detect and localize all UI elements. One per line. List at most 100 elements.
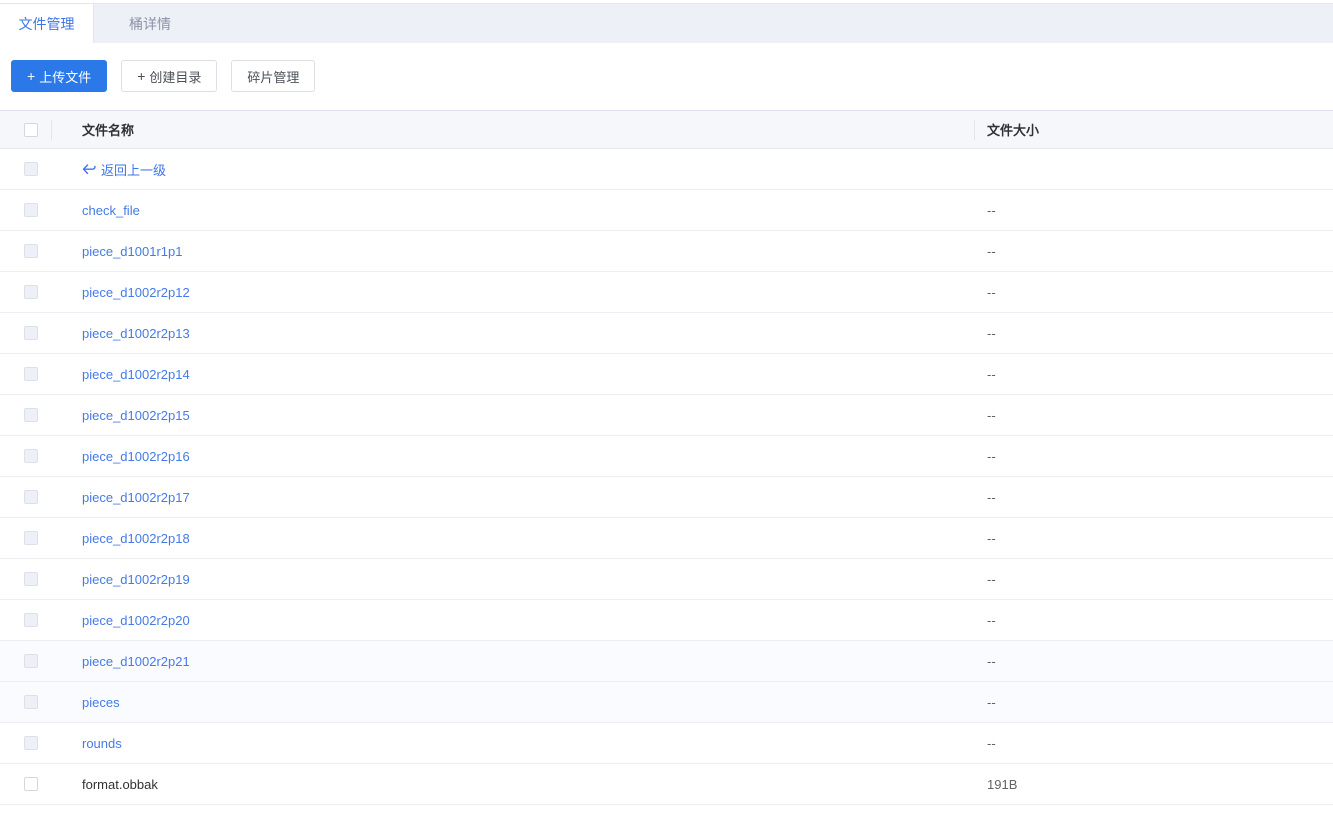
- create-directory-button[interactable]: + 创建目录: [121, 60, 218, 92]
- table-row: piece_d1002r2p18 --: [0, 518, 1333, 559]
- file-table: 文件名称 文件大小 返回上一级 check_file -- piece_d100…: [0, 110, 1333, 805]
- header-checkbox-cell: [0, 122, 51, 137]
- file-size-value: --: [987, 571, 996, 587]
- file-size-value: --: [987, 407, 996, 423]
- tab-bucket-details-label: 桶详情: [129, 15, 171, 32]
- tab-file-management-label: 文件管理: [18, 15, 75, 32]
- table-row: piece_d1002r2p20 --: [0, 600, 1333, 641]
- table-row: check_file --: [0, 190, 1333, 231]
- folder-link[interactable]: piece_d1002r2p14: [82, 367, 190, 382]
- upload-file-button[interactable]: + 上传文件: [11, 60, 108, 92]
- folder-link[interactable]: check_file: [82, 203, 140, 218]
- file-size-cell: --: [975, 531, 1333, 546]
- file-size-cell: --: [975, 367, 1333, 382]
- file-size-cell: --: [975, 285, 1333, 300]
- row-checkbox: [24, 695, 38, 709]
- table-body: check_file -- piece_d1001r1p1 -- piece_d…: [0, 190, 1333, 805]
- file-size-cell: --: [975, 736, 1333, 751]
- file-size-cell: --: [975, 203, 1333, 218]
- table-row: piece_d1002r2p19 --: [0, 559, 1333, 600]
- tab-bar: 文件管理 桶详情: [0, 3, 1333, 43]
- row-checkbox-cell: [0, 736, 51, 750]
- table-row: piece_d1002r2p13 --: [0, 313, 1333, 354]
- row-checkbox: [24, 326, 38, 340]
- row-checkbox: [24, 490, 38, 504]
- folder-link[interactable]: piece_d1002r2p16: [82, 449, 190, 464]
- file-size-cell: 191B: [975, 777, 1333, 792]
- row-checkbox: [24, 244, 38, 258]
- folder-link[interactable]: piece_d1002r2p21: [82, 654, 190, 669]
- row-checkbox-cell: [0, 490, 51, 504]
- row-checkbox: [24, 203, 38, 217]
- file-size-cell: --: [975, 613, 1333, 628]
- file-size-cell: --: [975, 326, 1333, 341]
- fragment-management-button[interactable]: 碎片管理: [231, 60, 316, 92]
- folder-link[interactable]: piece_d1002r2p13: [82, 326, 190, 341]
- row-checkbox: [24, 285, 38, 299]
- back-to-parent-link[interactable]: 返回上一级: [82, 160, 166, 179]
- table-row: piece_d1002r2p17 --: [0, 477, 1333, 518]
- table-row: piece_d1002r2p12 --: [0, 272, 1333, 313]
- row-checkbox-cell: [0, 285, 51, 299]
- folder-link[interactable]: piece_d1002r2p12: [82, 285, 190, 300]
- folder-link[interactable]: piece_d1002r2p15: [82, 408, 190, 423]
- select-all-checkbox[interactable]: [24, 122, 38, 137]
- row-checkbox: [24, 162, 38, 176]
- folder-link[interactable]: rounds: [82, 736, 122, 751]
- file-size-value: --: [987, 653, 996, 669]
- file-size-value: --: [987, 202, 996, 218]
- folder-link[interactable]: piece_d1001r1p1: [82, 244, 182, 259]
- folder-link[interactable]: piece_d1002r2p19: [82, 572, 190, 587]
- tab-bucket-details[interactable]: 桶详情: [94, 4, 206, 43]
- table-row: piece_d1001r1p1 --: [0, 231, 1333, 272]
- file-size-value: --: [987, 530, 996, 546]
- file-size-cell: --: [975, 572, 1333, 587]
- file-size-cell: --: [975, 490, 1333, 505]
- create-directory-button-label: 创建目录: [149, 69, 202, 85]
- fragment-management-button-label: 碎片管理: [247, 69, 300, 85]
- file-size-value: --: [987, 489, 996, 505]
- row-checkbox-cell: [0, 613, 51, 627]
- file-size-column-label: 文件大小: [987, 123, 1040, 138]
- row-checkbox-cell: [0, 408, 51, 422]
- folder-link[interactable]: pieces: [82, 695, 120, 710]
- row-checkbox-cell: [0, 449, 51, 463]
- file-size-cell: --: [975, 654, 1333, 669]
- header-file-size: 文件大小: [975, 120, 1333, 139]
- row-checkbox: [24, 572, 38, 586]
- table-row: rounds --: [0, 723, 1333, 764]
- folder-link[interactable]: piece_d1002r2p20: [82, 613, 190, 628]
- row-checkbox: [24, 367, 38, 381]
- file-name: format.obbak: [82, 776, 158, 792]
- file-size-value: --: [987, 325, 996, 341]
- file-size-value: --: [987, 612, 996, 628]
- back-to-parent-row: 返回上一级: [0, 149, 1333, 190]
- row-checkbox[interactable]: [24, 777, 38, 791]
- row-checkbox: [24, 654, 38, 668]
- row-checkbox-cell: [0, 695, 51, 709]
- row-checkbox: [24, 531, 38, 545]
- toolbar: + 上传文件 + 创建目录 碎片管理: [11, 60, 1333, 92]
- folder-link[interactable]: piece_d1002r2p18: [82, 531, 190, 546]
- file-size-cell: --: [975, 695, 1333, 710]
- tab-file-management[interactable]: 文件管理: [0, 4, 94, 43]
- row-checkbox-cell: [0, 531, 51, 545]
- row-checkbox-cell: [0, 244, 51, 258]
- file-size-cell: --: [975, 408, 1333, 423]
- row-checkbox: [24, 613, 38, 627]
- header-file-name: 文件名称: [52, 120, 974, 139]
- row-checkbox: [24, 736, 38, 750]
- file-size-value: --: [987, 694, 996, 710]
- file-size-value: --: [987, 735, 996, 751]
- plus-icon: +: [27, 68, 36, 84]
- upload-file-button-label: 上传文件: [39, 69, 92, 85]
- row-checkbox-cell: [0, 162, 51, 176]
- folder-link[interactable]: piece_d1002r2p17: [82, 490, 190, 505]
- row-checkbox-cell: [0, 326, 51, 340]
- row-checkbox: [24, 408, 38, 422]
- plus-icon: +: [137, 68, 146, 84]
- file-size-cell: --: [975, 449, 1333, 464]
- file-size-value: --: [987, 284, 996, 300]
- table-row: pieces --: [0, 682, 1333, 723]
- file-size-value: --: [987, 366, 996, 382]
